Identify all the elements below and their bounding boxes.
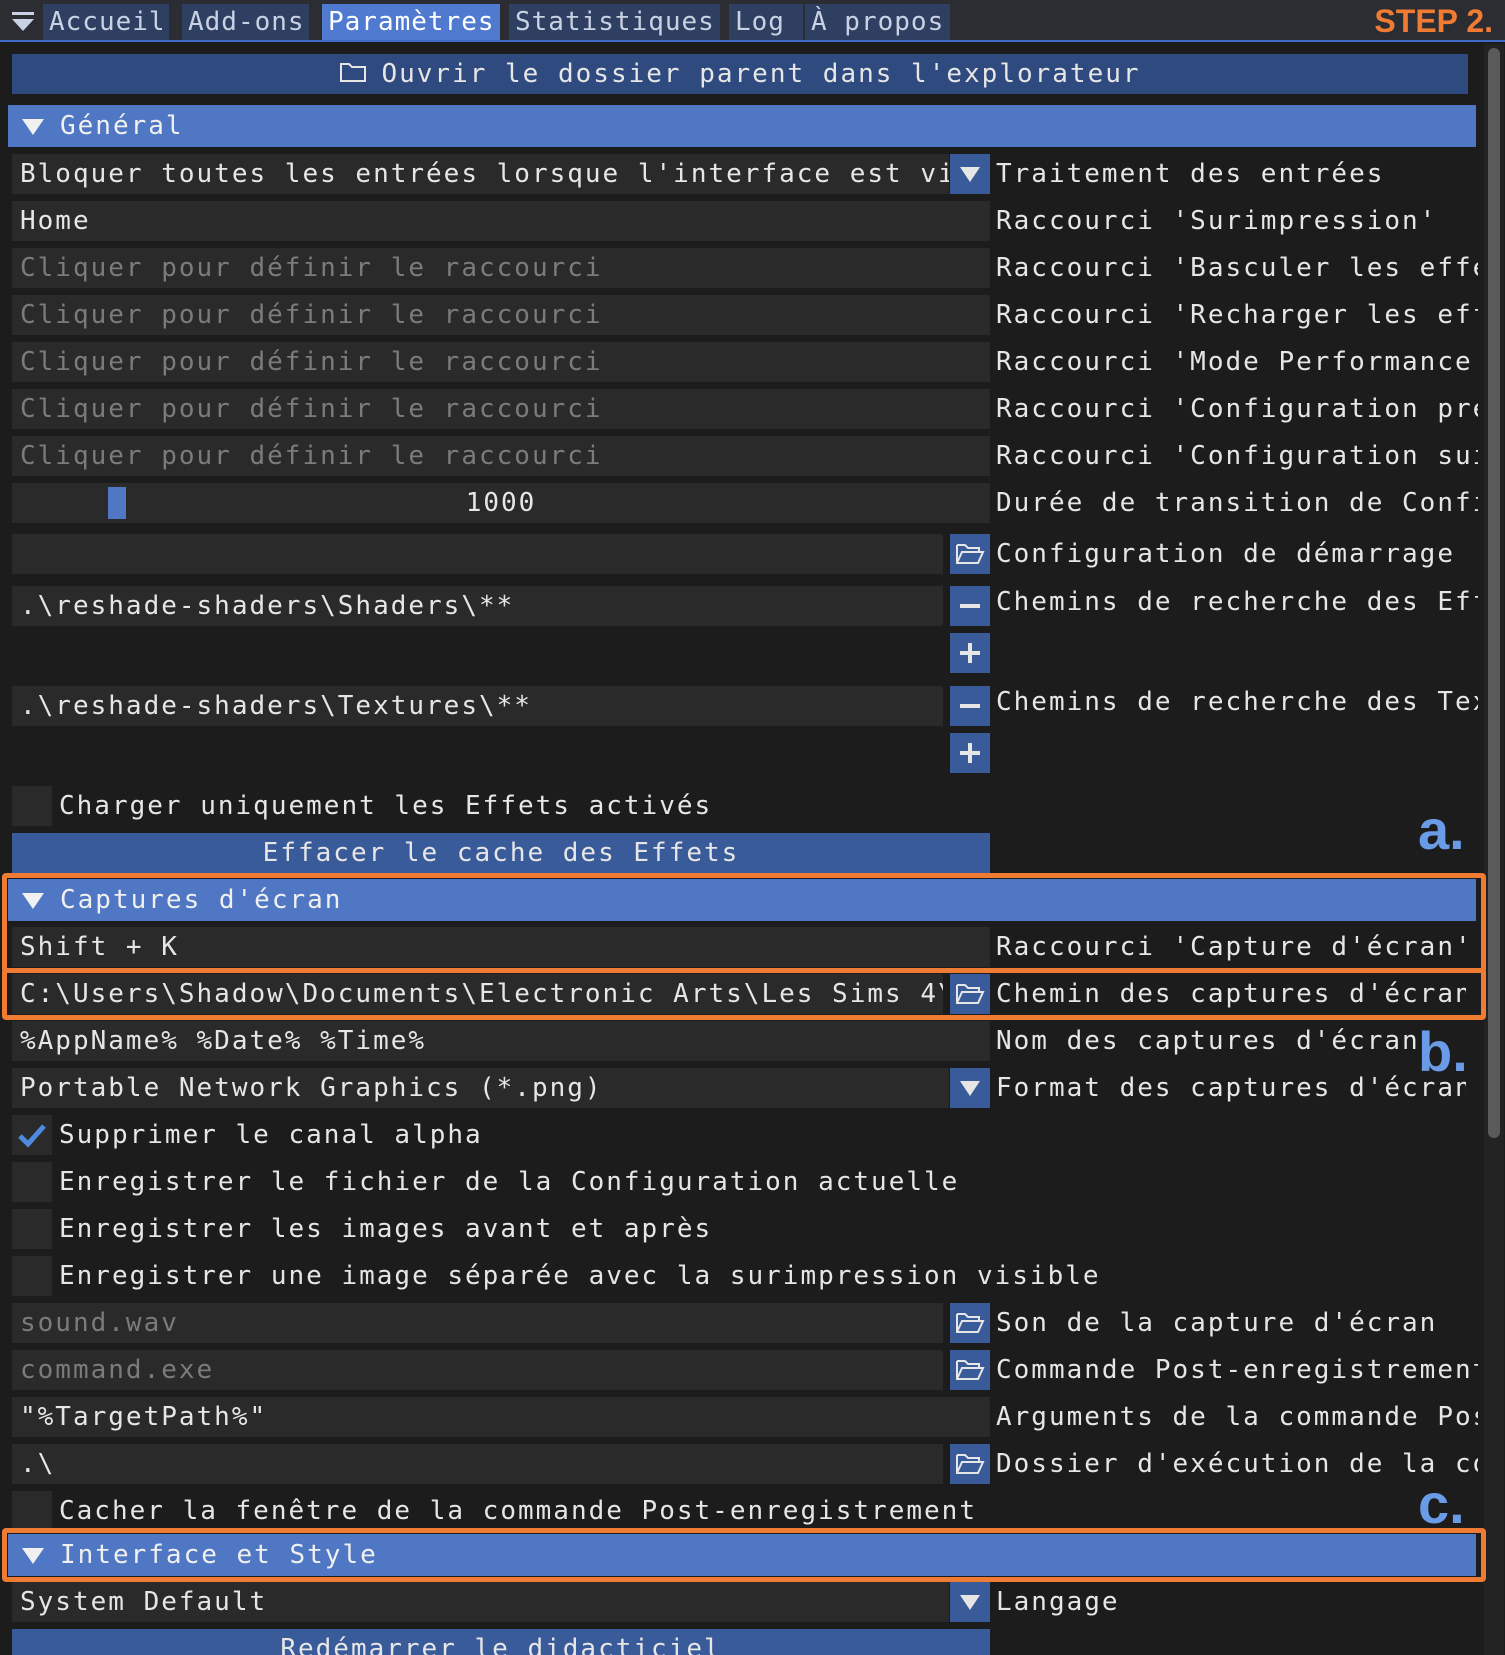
performance-mode-key-field[interactable]: Cliquer pour définir le raccourci [12,342,990,382]
section-header-general[interactable]: Général [8,105,1476,147]
post-save-workdir-field[interactable]: .\ [12,1444,943,1484]
overlay-key-field[interactable]: Home [12,201,990,241]
next-config-key-field[interactable]: Cliquer pour définir le raccourci [12,436,990,476]
folder-icon [339,55,367,95]
save-config-label: Enregistrer le fichier de la Configurati… [59,1167,960,1197]
language-combo[interactable]: System Default [12,1582,949,1622]
tab-bar: Accueil Add-ons Paramètres Statistiques … [0,0,1505,42]
save-config-checkbox[interactable] [12,1162,52,1202]
effect-search-paths-label: Chemins de recherche des Effets [996,587,1478,617]
minus-icon [960,704,980,708]
screenshot-format-dropdown-button[interactable] [950,1068,990,1108]
prev-config-key-field[interactable]: Cliquer pour définir le raccourci [12,389,990,429]
clear-effects-cache-button[interactable]: Effacer le cache des Effets [12,833,990,873]
tab-parametres[interactable]: Paramètres [322,4,500,40]
startup-config-field[interactable] [12,534,943,574]
checkmark-icon [18,1124,46,1148]
save-overlay-label: Enregistrer une image séparée avec la su… [59,1261,1101,1291]
load-enabled-only-checkbox[interactable] [12,786,52,826]
plus-icon [960,643,980,663]
open-folder-icon [956,544,985,564]
transition-duration-slider[interactable]: 1000 [12,483,990,523]
reload-effects-key-field[interactable]: Cliquer pour définir le raccourci [12,295,990,335]
highlight-ui-style-header [2,1528,1486,1582]
input-mode-dropdown-button[interactable] [950,154,990,194]
overlay-key-label: Raccourci 'Surimpression' [996,206,1438,236]
step-label: STEP 2. [1374,3,1493,39]
reload-effects-key-label: Raccourci 'Recharger les effets' [996,300,1478,330]
screenshot-sound-field[interactable]: sound.wav [12,1303,943,1343]
next-config-key-label: Raccourci 'Configuration suivante' [996,441,1478,471]
tab-log[interactable]: Log [729,4,803,40]
post-save-args-field[interactable]: "%TargetPath%" [12,1397,990,1437]
dropdown-arrow-icon [960,167,980,182]
performance-mode-key-label: Raccourci 'Mode Performance' [996,347,1478,377]
post-save-command-label: Commande Post-enregistrement [996,1355,1478,1385]
restart-tutorial-button[interactable]: Redémarrer le didacticiel [12,1629,990,1655]
remove-alpha-checkbox[interactable] [12,1115,52,1155]
dropdown-arrow-icon [960,1081,980,1096]
tab-add-ons[interactable]: Add-ons [182,4,309,40]
input-mode-label: Traitement des entrées [996,159,1385,189]
screenshot-sound-browse-button[interactable] [950,1303,990,1343]
screenshot-sound-label: Son de la capture d'écran [996,1308,1438,1338]
save-before-after-checkbox[interactable] [12,1209,52,1249]
startup-config-browse-button[interactable] [950,534,990,574]
screenshot-format-combo[interactable]: Portable Network Graphics (*.png) [12,1068,949,1108]
screenshot-name-field[interactable]: %AppName% %Date% %Time% [12,1021,990,1061]
hide-command-window-checkbox[interactable] [12,1491,52,1531]
effect-path-remove-button[interactable] [950,586,990,626]
toggle-effects-key-field[interactable]: Cliquer pour définir le raccourci [12,248,990,288]
post-save-workdir-label: Dossier d'exécution de la commande Post-… [996,1449,1478,1479]
open-parent-folder-button[interactable]: Ouvrir le dossier parent dans l'explorat… [12,54,1468,94]
input-mode-combo[interactable]: Bloquer toutes les entrées lorsque l'int… [12,154,949,194]
post-save-command-field[interactable]: command.exe [12,1350,943,1390]
plus-icon [960,743,980,763]
screenshot-name-label: Nom des captures d'écran [996,1026,1416,1056]
highlight-screenshot-path [2,968,1486,1020]
highlight-screenshots-section [2,873,1486,973]
dropdown-arrow-icon [960,1595,980,1610]
open-folder-icon [956,1360,985,1380]
annotation-c: c. [1418,1472,1465,1535]
minus-icon [960,604,980,608]
hide-command-window-label: Cacher la fenêtre de la commande Post-en… [59,1496,977,1526]
remove-alpha-label: Supprimer le canal alpha [59,1120,483,1150]
menu-chevron-icon[interactable] [8,6,38,36]
open-folder-icon [956,1454,985,1474]
texture-search-paths-label: Chemins de recherche des Textures [996,687,1478,717]
effect-path-add-button[interactable] [950,633,990,673]
transition-duration-value: 1000 [465,488,537,518]
save-before-after-label: Enregistrer les images avant et après [59,1214,713,1244]
screenshot-format-label: Format des captures d'écran [996,1073,1466,1103]
open-folder-icon [956,1313,985,1333]
post-save-workdir-browse-button[interactable] [950,1444,990,1484]
texture-path-add-button[interactable] [950,733,990,773]
transition-duration-label: Durée de transition de Configuration [996,488,1478,518]
effect-search-path-field[interactable]: .\reshade-shaders\Shaders\** [12,586,943,626]
open-parent-folder-label: Ouvrir le dossier parent dans l'explorat… [381,59,1141,89]
save-overlay-checkbox[interactable] [12,1256,52,1296]
prev-config-key-label: Raccourci 'Configuration précédente' [996,394,1478,424]
post-save-args-label: Arguments de la commande Post-enregistre… [996,1402,1478,1432]
scrollbar-thumb[interactable] [1488,48,1500,1138]
language-dropdown-button[interactable] [950,1582,990,1622]
tab-statistiques[interactable]: Statistiques [509,4,720,40]
toggle-effects-key-label: Raccourci 'Basculer les effets' [996,253,1478,283]
section-title-general: Général [60,111,184,141]
language-label: Langage [996,1587,1120,1617]
collapse-triangle-icon [22,118,44,135]
post-save-command-browse-button[interactable] [950,1350,990,1390]
texture-search-path-field[interactable]: .\reshade-shaders\Textures\** [12,686,943,726]
texture-path-remove-button[interactable] [950,686,990,726]
load-enabled-only-label: Charger uniquement les Effets activés [59,791,713,821]
annotation-a: a. [1418,798,1465,861]
startup-config-label: Configuration de démarrage [996,539,1455,569]
tab-a-propos[interactable]: À propos [805,4,950,40]
tab-accueil[interactable]: Accueil [43,4,169,40]
